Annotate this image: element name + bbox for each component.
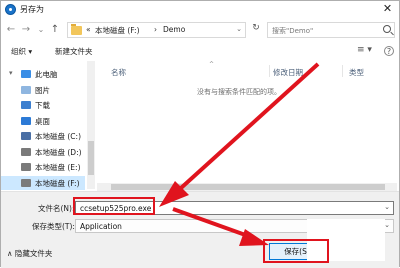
breadcrumb-separator: › [154, 25, 157, 34]
horizontal-scrollbar[interactable] [97, 183, 397, 191]
filetype-value: Application [80, 222, 122, 231]
column-divider[interactable] [342, 65, 343, 77]
save-button-highlight-box [263, 239, 329, 263]
app-icon [5, 4, 16, 15]
expand-chevron-icon[interactable]: ▾ [9, 69, 13, 77]
sidebar-item[interactable]: 桌面 [1, 114, 85, 128]
refresh-icon[interactable]: ↻ [250, 23, 262, 37]
drive-icon [21, 132, 31, 140]
filename-label: 文件名(N): [38, 204, 75, 213]
organize-button[interactable]: 组织 ▾ [11, 46, 32, 57]
hide-folders-toggle[interactable]: ∧ 隐藏文件夹 [7, 248, 52, 259]
sidebar-item-label: 本地磁盘 (C:) [35, 132, 81, 141]
column-header-name[interactable]: 名称 [111, 67, 126, 78]
sidebar-item[interactable]: 本地磁盘 (E:) [1, 160, 85, 174]
back-arrow-icon[interactable]: ← [5, 23, 17, 36]
nav-scrollbar-thumb[interactable] [88, 141, 94, 175]
column-divider[interactable] [269, 65, 270, 77]
up-arrow-icon[interactable]: ↑ [49, 23, 61, 36]
address-row: ← → ⌄ ↑ « 本地磁盘 (F:) › Demo ⌄ ↻ 搜索"Demo" [1, 18, 399, 42]
sidebar-item-label: 本地磁盘 (F:) [35, 178, 80, 188]
search-icon[interactable] [383, 25, 391, 33]
save-as-dialog: 另存为 ✕ ← → ⌄ ↑ « 本地磁盘 (F:) › Demo ⌄ ↻ 搜索"… [0, 0, 400, 268]
breadcrumb-folder[interactable]: Demo [163, 25, 185, 34]
sort-indicator-icon: ^ [209, 61, 215, 68]
filetype-dropdown-icon[interactable]: ⌄ [384, 221, 390, 229]
sidebar-item[interactable]: 图片 [1, 83, 85, 97]
address-bar[interactable]: « 本地磁盘 (F:) › Demo ⌄ [67, 22, 246, 38]
download-icon [21, 101, 31, 109]
sidebar-item[interactable]: 本地磁盘 (D:) [1, 145, 85, 159]
desktop-icon [21, 116, 31, 125]
filetype-label: 保存类型(T): [32, 222, 75, 231]
folder-icon [71, 24, 82, 35]
help-icon[interactable]: ? [384, 46, 394, 56]
drive-icon [21, 178, 31, 187]
filename-dropdown-icon[interactable]: ⌄ [384, 203, 390, 211]
sidebar-item-label: 本地磁盘 (D:) [35, 147, 82, 157]
sidebar-item-label: 图片 [35, 85, 50, 95]
sidebar-item-label: 本地磁盘 (E:) [35, 163, 81, 172]
file-list-pane: ^ 名称 修改日期 类型 没有与搜索条件匹配的项。 [97, 61, 399, 189]
horizontal-scrollbar-thumb[interactable] [111, 184, 385, 190]
sidebar-item-label: 下载 [35, 101, 50, 110]
sidebar-item-label: 桌面 [35, 116, 50, 126]
close-icon[interactable]: ✕ [381, 2, 394, 16]
column-header-type[interactable]: 类型 [349, 67, 364, 78]
view-options-icon[interactable]: ≡ ▾ [357, 45, 372, 55]
title-bar: 另存为 ✕ [1, 1, 399, 18]
new-folder-button[interactable]: 新建文件夹 [55, 46, 93, 57]
column-header-date-modified[interactable]: 修改日期 [273, 67, 303, 78]
sidebar-item[interactable]: 本地磁盘 (C:) [1, 129, 85, 143]
computer-icon [21, 70, 31, 78]
navigation-pane: ▾ 此电脑图片下载桌面本地磁盘 (C:) 本地磁盘 (D:) 本地磁盘 (E:) 本地磁… [1, 61, 87, 190]
search-placeholder: 搜索"Demo" [272, 27, 314, 35]
sidebar-item[interactable]: ▾ 此电脑 [1, 67, 85, 81]
window-title: 另存为 [20, 5, 44, 14]
empty-message: 没有与搜索条件匹配的项。 [197, 88, 281, 96]
address-dropdown-icon[interactable]: ⌄ [236, 25, 242, 33]
nav-scrollbar[interactable] [87, 61, 95, 189]
pictures-icon [21, 85, 31, 94]
breadcrumb-prefix[interactable]: « [86, 25, 91, 34]
recent-locations-chevron-icon[interactable]: ⌄ [35, 23, 47, 36]
sidebar-item[interactable]: 下载 [1, 98, 85, 112]
sidebar-item[interactable]: 本地磁盘 (F:) [1, 175, 85, 190]
drive-icon [21, 147, 31, 156]
sidebar-item-label: 此电脑 [35, 70, 58, 79]
breadcrumb-drive[interactable]: 本地磁盘 (F:) [95, 25, 140, 36]
forward-arrow-icon[interactable]: → [20, 23, 32, 36]
search-input[interactable]: 搜索"Demo" [267, 22, 395, 38]
filename-highlight-box [73, 197, 155, 215]
drive-icon [21, 163, 31, 171]
toolbar: 组织 ▾ 新建文件夹 ≡ ▾ ? [1, 42, 399, 61]
